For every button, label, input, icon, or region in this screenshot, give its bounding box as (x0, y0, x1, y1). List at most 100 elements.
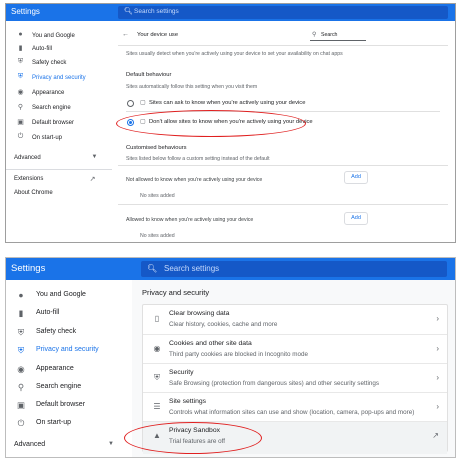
sidebar-item-safety-check[interactable]: ⛨ Safety check (6, 58, 112, 70)
sidebar-advanced-toggle[interactable]: Advanced ▼ (6, 438, 132, 452)
section-title: Privacy and security (142, 288, 210, 297)
row-subtitle: Controls what information sites can use … (169, 409, 415, 416)
customised-behaviours-subtitle: Sites listed below follow a custom setti… (126, 156, 270, 162)
row-subtitle: Third party cookies are blocked in Incog… (169, 351, 308, 358)
chevron-right-icon: › (436, 373, 439, 382)
cookie-icon: ◉ (153, 344, 161, 353)
power-icon: ⏻ (17, 418, 25, 428)
device-use-allowed-icon: ▢ (140, 100, 146, 106)
sidebar-item-label: Privacy and security (32, 75, 86, 81)
chevron-right-icon: › (436, 344, 439, 353)
sidebar-item-about-chrome[interactable]: About Chrome (6, 188, 112, 200)
sidebar-item-label: Appearance (32, 90, 65, 96)
sidebar-item-label: Privacy and security (36, 346, 99, 353)
chevron-down-icon: ▼ (91, 154, 98, 160)
sidebar-item-extensions[interactable]: Extensions ↗ (6, 174, 112, 186)
sidebar-item-label: Safety check (36, 328, 77, 335)
sidebar-item-label: Auto-fill (36, 309, 60, 316)
intro-text: Sites usually detect when you're activel… (126, 51, 343, 57)
customised-behaviours-title: Customised behaviours (126, 145, 187, 151)
palette-icon: ◉ (17, 364, 25, 374)
sidebar-item-label: Safety check (32, 60, 67, 66)
sidebar-item-default-browser[interactable]: ▣ Default browser (6, 398, 132, 412)
inner-search-placeholder: Search (321, 32, 338, 38)
search-icon: 🔍︎ (124, 8, 133, 15)
shield-icon: ⛨ (17, 73, 24, 80)
settings-window-top: Settings 🔍︎ Search settings ● You and Go… (5, 3, 456, 243)
no-sites-text: No sites added (140, 193, 175, 199)
sidebar-item-on-start-up[interactable]: ⏻ On start-up (6, 133, 112, 145)
sidebar-item-auto-fill[interactable]: ▮ Auto-fill (6, 44, 112, 56)
header-bar: Settings 🔍︎ Search settings (6, 258, 455, 280)
sidebar-item-search-engine[interactable]: ⚲ Search engine (6, 380, 132, 394)
sidebar-item-label: Auto-fill (32, 46, 53, 52)
sliders-icon: ☰ (153, 402, 161, 411)
about-label: About Chrome (14, 190, 53, 196)
sidebar: ● You and Google ▮ Auto-fill ⛨ Safety ch… (6, 280, 132, 457)
sidebar-item-appearance[interactable]: ◉ Appearance (6, 88, 112, 100)
shield-icon: ⛨ (17, 345, 25, 355)
sidebar-advanced-toggle[interactable]: Advanced ▼ (6, 153, 112, 165)
radio-allow[interactable] (127, 100, 134, 107)
settings-search[interactable]: 🔍︎ Search settings (118, 6, 448, 19)
app-title: Settings (11, 7, 40, 16)
search-icon: ⚲ (17, 382, 25, 392)
annotation-ellipse (124, 422, 262, 454)
add-not-allowed-button[interactable]: Add (344, 171, 368, 184)
person-icon: ● (18, 31, 23, 38)
sidebar-item-appearance[interactable]: ◉ Appearance (6, 362, 132, 376)
person-icon: ● (18, 290, 24, 300)
sidebar-item-label: You and Google (32, 33, 75, 39)
sidebar-item-search-engine[interactable]: ⚲ Search engine (6, 103, 112, 115)
power-icon: ⏻ (17, 133, 24, 140)
row-security[interactable]: ⛨ Security Safe Browsing (protection fro… (143, 363, 447, 393)
row-subtitle: Safe Browsing (protection from dangerous… (169, 380, 379, 387)
row-clear-browsing-data[interactable]: ▯ Clear browsing data Clear history, coo… (143, 305, 447, 334)
back-arrow-icon[interactable]: ← (122, 31, 129, 38)
no-sites-text: No sites added (140, 233, 175, 239)
clipboard-icon: ▮ (18, 308, 24, 318)
row-cookies[interactable]: ◉ Cookies and other site data Third part… (143, 334, 447, 364)
sidebar-item-label: Appearance (36, 365, 74, 372)
sidebar-item-label: Default browser (36, 401, 86, 408)
settings-window-bottom: Settings 🔍︎ Search settings ● You and Go… (5, 257, 456, 458)
shield-icon: ⛨ (154, 373, 160, 382)
sidebar-item-auto-fill[interactable]: ▮ Auto-fill (6, 306, 132, 320)
divider (118, 45, 448, 46)
app-title: Settings (11, 263, 46, 274)
palette-icon: ◉ (17, 89, 24, 96)
search-placeholder: Search settings (164, 264, 220, 273)
advanced-label: Advanced (14, 441, 46, 448)
row-subtitle: Clear history, cookies, cache and more (169, 321, 278, 328)
inner-search-input[interactable]: ⚲ Search (310, 30, 366, 41)
sidebar-item-you-and-google[interactable]: ● You and Google (6, 31, 112, 43)
sidebar-item-privacy-and-security[interactable]: ⛨ Privacy and security (6, 343, 132, 357)
sidebar-item-you-and-google[interactable]: ● You and Google (6, 288, 132, 302)
search-icon: 🔍︎ (147, 264, 158, 273)
sidebar-item-label: You and Google (36, 291, 86, 298)
option-allow-label: Sites can ask to know when you're active… (149, 100, 306, 106)
divider (118, 204, 448, 205)
search-icon: ⚲ (17, 104, 24, 111)
row-site-settings[interactable]: ☰ Site settings Controls what informatio… (143, 392, 447, 422)
sidebar-item-safety-check[interactable]: ⛨ Safety check (6, 325, 132, 339)
sidebar-item-label: On start-up (32, 135, 63, 141)
settings-search[interactable]: 🔍︎ Search settings (141, 261, 447, 277)
search-placeholder: Search settings (134, 8, 179, 15)
shield-check-icon: ⛨ (17, 327, 25, 337)
shield-check-icon: ⛨ (17, 58, 24, 65)
allowed-label: Allowed to know when you're actively usi… (126, 217, 254, 223)
sidebar-item-on-start-up[interactable]: ⏻ On start-up (6, 416, 132, 430)
page-title: Your device use (137, 32, 179, 38)
add-allowed-button[interactable]: Add (344, 212, 368, 225)
your-device-use-page: ← Your device use ⚲ Search Sites usually… (116, 21, 448, 242)
sidebar-item-privacy-and-security[interactable]: ⛨ Privacy and security (6, 73, 112, 85)
sidebar-item-default-browser[interactable]: ▣ Default browser (6, 118, 112, 130)
default-behaviour-title: Default behaviour (126, 72, 172, 78)
search-icon: ⚲ (312, 32, 317, 38)
advanced-label: Advanced (14, 155, 41, 161)
extensions-label: Extensions (14, 176, 44, 182)
header-bar: Settings 🔍︎ Search settings (6, 4, 455, 21)
sidebar-item-label: Search engine (32, 105, 71, 111)
row-title: Site settings (169, 398, 207, 405)
